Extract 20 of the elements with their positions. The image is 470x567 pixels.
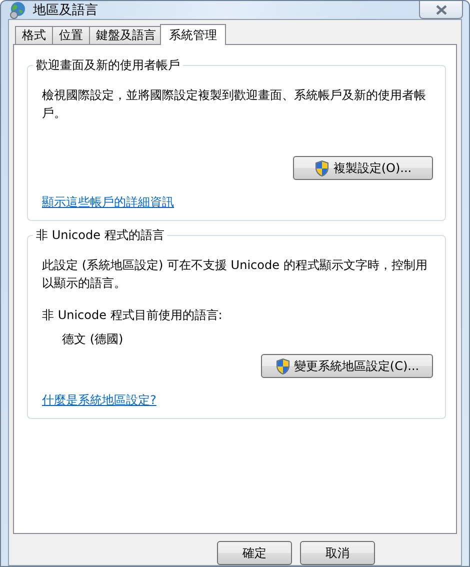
tab[interactable]: 系統管理	[160, 24, 226, 45]
description-text: 此設定 (系統地區設定) 可在不支援 Unicode 的程式顯示文字時，控制用以顯示的語言。	[42, 257, 428, 292]
group-title: 歡迎畫面及新的使用者帳戶	[33, 57, 183, 74]
description-text: 檢視國際設定，並將國際設定複製到歡迎畫面、系統帳戶及新的使用者帳戶。	[42, 87, 427, 122]
help-link[interactable]: 顯示這些帳戶的詳細資訊	[42, 194, 174, 210]
tab[interactable]: 位置	[52, 26, 90, 44]
close-button[interactable]	[419, 1, 463, 19]
group-title: 非 Unicode 程式的語言	[33, 227, 168, 244]
tab[interactable]: 鍵盤及語言	[89, 26, 163, 44]
settings-button[interactable]: 變更系統地區設定(C)...	[261, 354, 433, 378]
window-title: 地區及語言	[33, 2, 99, 19]
close-icon	[436, 4, 446, 14]
help-link[interactable]: 什麼是系統地區設定?	[42, 392, 156, 408]
cancel-button[interactable]: 取消	[300, 541, 375, 565]
ok-button[interactable]: 確定	[217, 541, 292, 565]
language-value: 德文 (德國)	[62, 331, 124, 348]
globe-icon	[9, 1, 27, 19]
tab[interactable]: 格式	[15, 26, 53, 44]
field-label: 非 Unicode 程式目前使用的語言:	[42, 307, 224, 324]
settings-button[interactable]: 複製設定(O)...	[293, 156, 433, 180]
